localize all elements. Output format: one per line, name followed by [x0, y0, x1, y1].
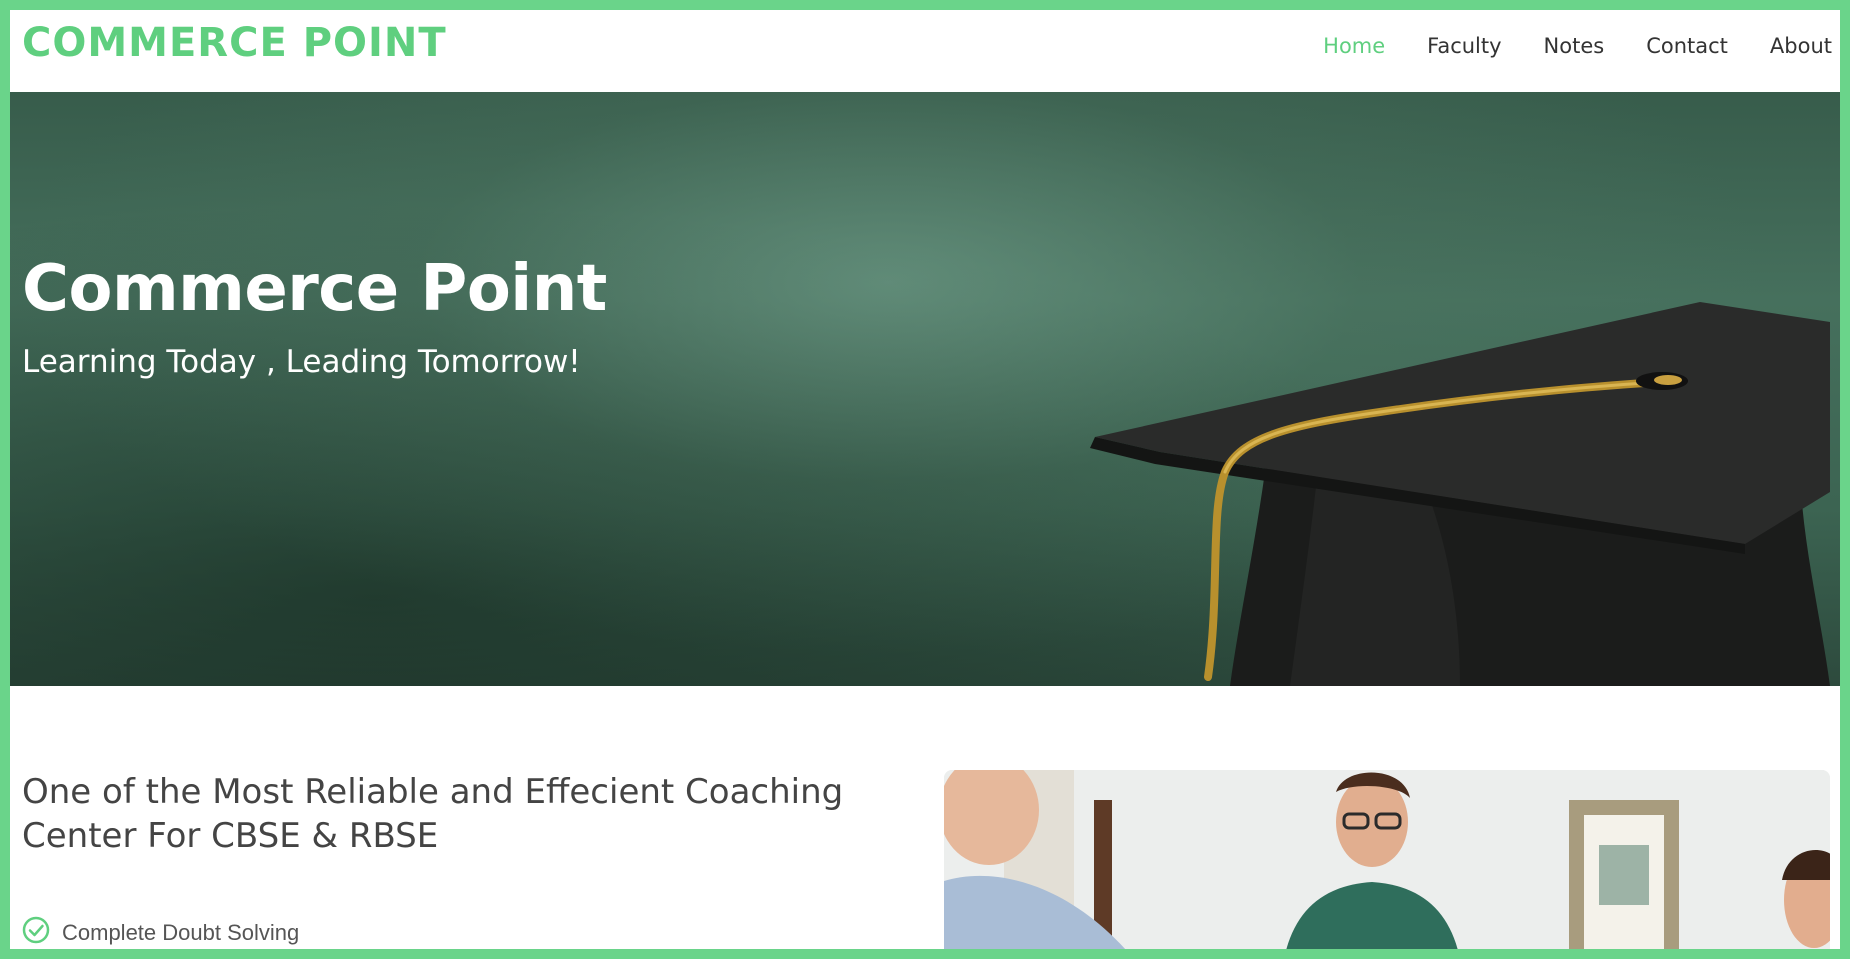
graduation-cap-image — [1090, 302, 1830, 686]
feature-item: Complete Doubt Solving — [22, 916, 299, 949]
hero-banner: Commerce Point Learning Today , Leading … — [10, 92, 1840, 686]
hero-subtitle: Learning Today , Leading Tomorrow! — [22, 344, 581, 380]
nav-faculty[interactable]: Faculty — [1427, 34, 1501, 58]
hero-title: Commerce Point — [22, 252, 607, 326]
nav-contact[interactable]: Contact — [1646, 34, 1728, 58]
students-photo — [944, 770, 1830, 949]
nav-about[interactable]: About — [1770, 34, 1832, 58]
intro-heading: One of the Most Reliable and Effecient C… — [22, 772, 844, 856]
site-header: COMMERCE POINT Home Faculty Notes Contac… — [10, 10, 1840, 92]
nav-home[interactable]: Home — [1323, 34, 1385, 58]
check-circle-icon — [22, 916, 50, 949]
brand-logo[interactable]: COMMERCE POINT — [22, 20, 447, 66]
nav-notes[interactable]: Notes — [1544, 34, 1605, 58]
main-nav: Home Faculty Notes Contact About — [1323, 34, 1832, 58]
feature-label: Complete Doubt Solving — [62, 919, 300, 945]
page-frame: COMMERCE POINT Home Faculty Notes Contac… — [0, 0, 1850, 959]
